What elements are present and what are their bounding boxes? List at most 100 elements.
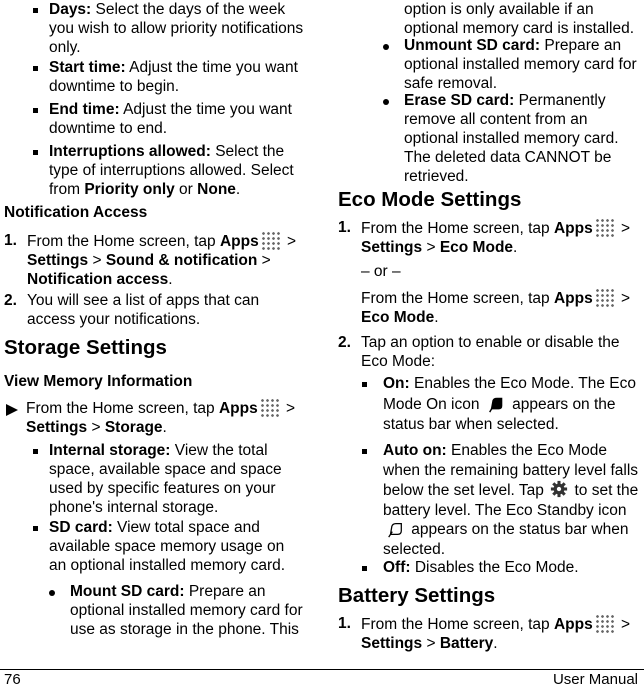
storage-step: From the Home screen, tap Apps > Setting… [26,398,311,437]
item-label: SD card: [49,519,113,536]
apps-grid-icon [594,614,615,634]
step-text: . [434,309,439,326]
or-separator: – or – [361,263,401,280]
separator: > [422,635,440,652]
round-bullet-icon [49,590,55,596]
notification-access-step-1: From the Home screen, tap Apps > Setting… [27,231,311,289]
separator: > [616,616,631,633]
mount-sd-card-item: Mount SD card: Prepare an optional insta… [70,582,310,639]
step-text: From the Home screen, tap [361,290,554,307]
round-bullet-icon [383,99,389,105]
separator: > [88,252,106,269]
square-bullet-icon [33,66,38,71]
step-text: From the Home screen, tap [26,400,219,417]
item-label: On: [383,375,410,392]
item-text: or [174,181,198,198]
battery-step-1: From the Home screen, tap Apps > Setting… [361,614,641,653]
battery-label: Battery [439,635,494,652]
item-label: Interruptions allowed: [49,143,211,160]
notification-access-label: Notification access [27,271,169,288]
erase-sd-card-item: Erase SD card: Permanently remove all co… [404,91,640,186]
square-bullet-icon [33,108,38,113]
battery-settings-heading: Battery Settings [338,584,496,607]
sd-card-item: SD card: View total space and available … [49,518,299,575]
step-text: From the Home screen, tap [361,616,554,633]
eco-standby-icon [388,522,402,538]
apps-grid-icon [594,218,615,238]
option-priority-only: Priority only [84,181,175,198]
step-text: . [162,419,167,436]
round-bullet-icon [383,44,389,50]
square-bullet-icon [33,449,38,454]
unmount-sd-card-item: Unmount SD card: Prepare an optional ins… [404,36,642,93]
days-item: Days: Select the days of the week you wi… [49,0,311,57]
separator: > [87,419,105,436]
step-text: . [493,635,498,652]
interruptions-item: Interruptions allowed: Select the type o… [49,142,311,199]
eco-option-off: Off: Disables the Eco Mode. [383,558,641,577]
separator: > [616,220,631,237]
item-label: Unmount SD card: [404,37,541,54]
option-none: None [197,181,236,198]
square-bullet-icon [33,526,38,531]
item-label: Start time: [49,59,126,76]
separator: > [422,239,440,256]
settings-label: Settings [27,252,89,269]
page-number: 76 [4,671,21,688]
eco-mode-label: Eco Mode [361,309,435,326]
item-label: Auto on: [383,442,447,459]
step-text: . [513,239,518,256]
apps-label: Apps [218,400,258,417]
square-bullet-icon [33,8,38,13]
item-label: Days: [49,1,92,18]
square-bullet-icon [362,382,367,387]
arrow-bullet-icon [6,404,18,416]
item-label: Erase SD card: [404,92,515,109]
gear-icon[interactable] [550,480,568,498]
apps-grid-icon [259,398,280,418]
storage-label: Storage [104,419,163,436]
mount-sd-card-continued: option is only available if an optional … [404,1,635,37]
end-time-item: End time: Adjust the time you want downt… [49,100,311,138]
apps-label: Apps [553,616,593,633]
item-text: . [235,181,241,198]
apps-label: Apps [553,290,593,307]
square-bullet-icon [362,566,367,571]
settings-label: Settings [361,239,423,256]
square-bullet-icon [362,449,367,454]
sound-notification-label: Sound & notification [105,252,258,269]
view-memory-heading: View Memory Information [4,373,193,390]
notification-access-heading: Notification Access [4,204,148,221]
separator: > [282,233,297,250]
step-number: 1. [338,219,351,236]
footer-title: User Manual [552,671,638,688]
step-number: 2. [338,334,351,351]
eco-step-1: From the Home screen, tap Apps > Setting… [361,218,641,257]
item-text: Disables the Eco Mode. [410,559,579,576]
item-label: End time: [49,101,120,118]
separator: > [616,290,631,307]
eco-mode-heading: Eco Mode Settings [338,188,522,211]
notification-access-step-2: You will see a list of apps that can acc… [27,292,260,328]
apps-label: Apps [219,233,259,250]
item-text: appears on the status bar when selected. [383,521,629,558]
square-bullet-icon [33,150,38,155]
eco-mode-on-icon [488,397,503,412]
eco-step-2: Tap an option to enable or disable the E… [361,334,620,370]
apps-label: Apps [553,220,593,237]
apps-grid-icon [594,288,615,308]
settings-label: Settings [361,635,423,652]
eco-option-auto-on: Auto on: Enables the Eco Mode when the r… [383,441,643,559]
item-label: Internal storage: [49,442,171,459]
step-text: From the Home screen, tap [361,220,554,237]
step-number: 2. [4,292,17,309]
apps-grid-icon [260,231,281,251]
step-text: From the Home screen, tap [27,233,220,250]
storage-settings-heading: Storage Settings [4,336,167,359]
eco-option-on: On: Enables the Eco Mode. The Eco Mode O… [383,374,641,436]
separator: > [281,400,296,417]
start-time-item: Start time: Adjust the time you want dow… [49,58,311,96]
step-text: . [168,271,173,288]
item-label: Mount SD card: [70,583,185,600]
eco-alt-step: From the Home screen, tap Apps > Eco Mod… [361,288,641,327]
